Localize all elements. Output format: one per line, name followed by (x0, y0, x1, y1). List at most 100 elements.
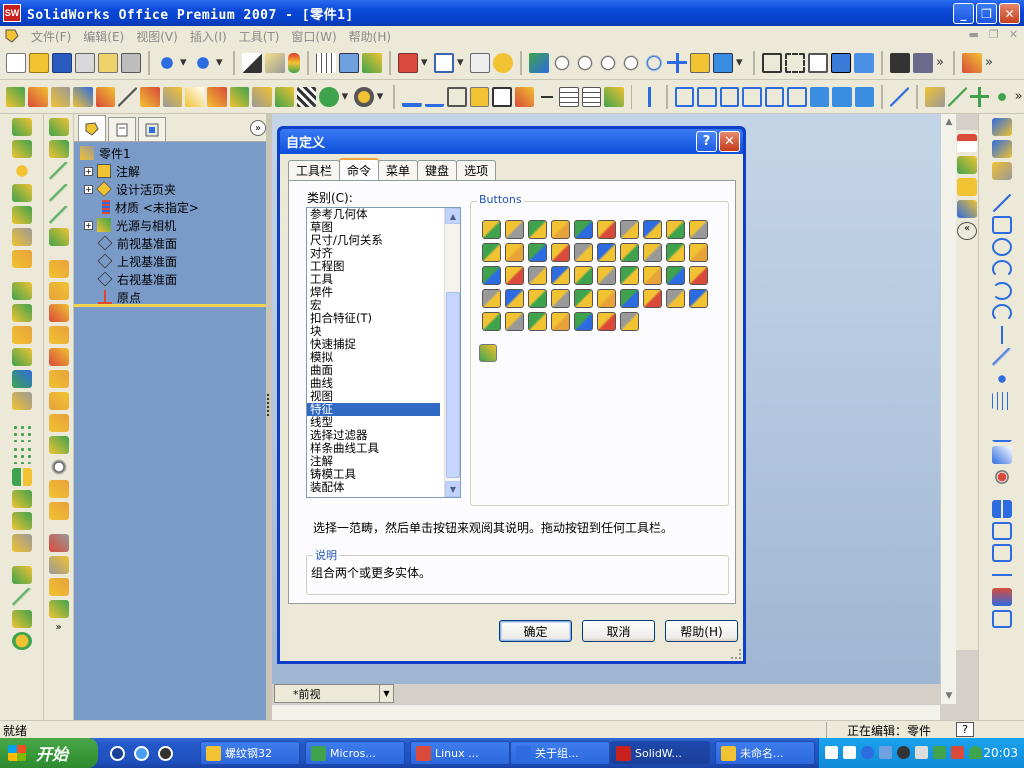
composite-curve-icon[interactable] (48, 228, 69, 246)
undercut-dropdown-icon[interactable]: ▾ (342, 89, 352, 104)
lofted-boss-icon[interactable] (11, 184, 32, 202)
cancel-button[interactable]: 取消 (582, 620, 655, 642)
top-view-icon[interactable] (764, 86, 785, 107)
isometric-view-icon[interactable] (809, 86, 830, 107)
curve-pattern-icon[interactable] (11, 490, 32, 508)
extend-entities-icon[interactable] (991, 588, 1012, 606)
instant3d-icon[interactable] (11, 610, 32, 628)
scroll-thumb[interactable] (446, 292, 460, 478)
revolved-boss-icon[interactable] (11, 140, 32, 158)
thread-icon[interactable] (551, 266, 570, 285)
qq-tray-icon[interactable] (897, 746, 910, 759)
appearances-icon[interactable] (957, 200, 977, 218)
sketch-tool-icon[interactable] (529, 52, 549, 73)
solidworks-menu-icon[interactable] (3, 28, 21, 44)
expand-icon[interactable]: + (84, 184, 93, 194)
quicklaunch-qq-icon[interactable] (110, 746, 125, 761)
tree-item[interactable]: 右视基准面 (74, 270, 270, 288)
close-button[interactable]: ✕ (999, 3, 1020, 24)
sketch-icon[interactable] (991, 118, 1012, 136)
arc-icon[interactable] (991, 260, 1012, 278)
move-face-icon[interactable] (639, 86, 659, 107)
scroll-down-icon[interactable]: ▼ (445, 481, 460, 497)
split-body-icon[interactable] (597, 312, 616, 331)
swept-boss-icon[interactable] (11, 162, 32, 180)
rebuild-icon[interactable] (288, 52, 300, 73)
menu-tools[interactable]: 工具(T) (233, 28, 286, 45)
point-icon[interactable] (992, 86, 1012, 107)
home-icon[interactable] (957, 134, 977, 152)
window-dropdown-icon[interactable]: ▾ (457, 55, 467, 70)
freeform-icon[interactable] (689, 243, 708, 262)
three-point-arc-icon[interactable] (991, 304, 1012, 322)
smart-dimension-icon[interactable] (925, 86, 945, 107)
extruded-boss-icon[interactable] (11, 118, 32, 136)
extruded-boss-icon[interactable] (482, 220, 501, 239)
miter-flange-icon[interactable] (48, 304, 69, 322)
structural-member-icon[interactable] (48, 556, 69, 574)
insert-bends-icon[interactable] (48, 502, 69, 520)
insert-part-icon[interactable] (574, 312, 593, 331)
window-title-bar[interactable]: SW SolidWorks Office Premium 2007 - [零件1… (0, 0, 1024, 26)
volume-icon[interactable] (915, 746, 928, 759)
tab-4[interactable]: 选项 (456, 160, 497, 180)
menu-help[interactable]: 帮助(H) (343, 28, 397, 45)
fillet-icon[interactable] (11, 228, 32, 246)
tree-item[interactable]: + 注解 (74, 162, 270, 180)
indent-icon[interactable] (666, 243, 685, 262)
swept-cut-icon[interactable] (643, 220, 662, 239)
tab-1[interactable]: 命令 (339, 158, 380, 180)
redo-icon[interactable] (193, 52, 213, 73)
bottom-view-icon[interactable] (787, 86, 807, 107)
status-help-button[interactable]: ? (956, 722, 974, 737)
sensor-dropdown-icon[interactable]: ▾ (377, 89, 387, 104)
check-icon[interactable] (185, 86, 205, 107)
dome-icon[interactable] (11, 326, 32, 344)
tangent-arc-icon[interactable] (991, 282, 1012, 300)
dimetric-view-icon[interactable] (854, 86, 874, 107)
scroll-up-icon[interactable]: ▲ (941, 114, 957, 130)
mate-icon[interactable] (6, 86, 26, 107)
weld-bead-icon[interactable] (48, 534, 69, 552)
scale-icon[interactable] (11, 534, 32, 552)
rib-icon[interactable] (505, 243, 524, 262)
quicklaunch-media-icon[interactable] (158, 746, 173, 761)
box-dropdown-icon[interactable]: ▾ (421, 55, 431, 70)
toolbar-overflow-icon[interactable]: » (936, 55, 946, 70)
edit-component-icon[interactable] (50, 86, 71, 107)
end-cap-icon[interactable] (48, 600, 69, 618)
lofted-cut-icon[interactable] (666, 220, 685, 239)
left-view-icon[interactable] (719, 86, 740, 107)
line-tool-icon[interactable] (947, 86, 967, 107)
options-icon[interactable] (339, 52, 359, 73)
viewport-vertical-scrollbar[interactable]: ▲ ▼ (940, 114, 956, 704)
help-icon[interactable] (493, 52, 513, 73)
right-view-icon[interactable] (742, 86, 762, 107)
select-other-icon[interactable] (265, 52, 285, 73)
tree-item[interactable]: + 设计活页夹 (74, 180, 270, 198)
print-preview-icon[interactable] (75, 52, 95, 73)
expand-icon[interactable]: + (84, 166, 93, 176)
rib-icon[interactable] (11, 282, 32, 300)
tree-item[interactable]: 上视基准面 (74, 252, 270, 270)
tray-expand-icon[interactable] (861, 746, 874, 759)
trim-entities-icon[interactable] (991, 566, 1012, 584)
dialog-resize-grip[interactable] (731, 649, 741, 659)
3d-sketch-icon[interactable] (991, 140, 1012, 158)
flex-icon[interactable] (643, 243, 662, 262)
taskbar-button[interactable]: Micros... (305, 741, 405, 765)
intersect-icon[interactable] (505, 312, 524, 331)
tray-help-icon[interactable] (843, 746, 856, 759)
rip-icon[interactable] (48, 480, 69, 498)
dimension-icon[interactable] (424, 87, 445, 107)
draft-icon[interactable] (11, 304, 32, 322)
zoom-area-icon[interactable] (575, 52, 595, 73)
more-chevron-icon[interactable]: » (49, 622, 69, 640)
shaded-edges-icon[interactable] (831, 52, 851, 73)
taskbar-button[interactable]: 螺纹钢32 (200, 741, 300, 765)
note-icon[interactable] (469, 86, 489, 107)
3d-box-icon[interactable] (398, 52, 418, 73)
move-copy-icon[interactable] (11, 392, 32, 410)
quicklaunch-ie-icon[interactable] (134, 746, 149, 761)
curvature-icon[interactable] (274, 86, 294, 107)
